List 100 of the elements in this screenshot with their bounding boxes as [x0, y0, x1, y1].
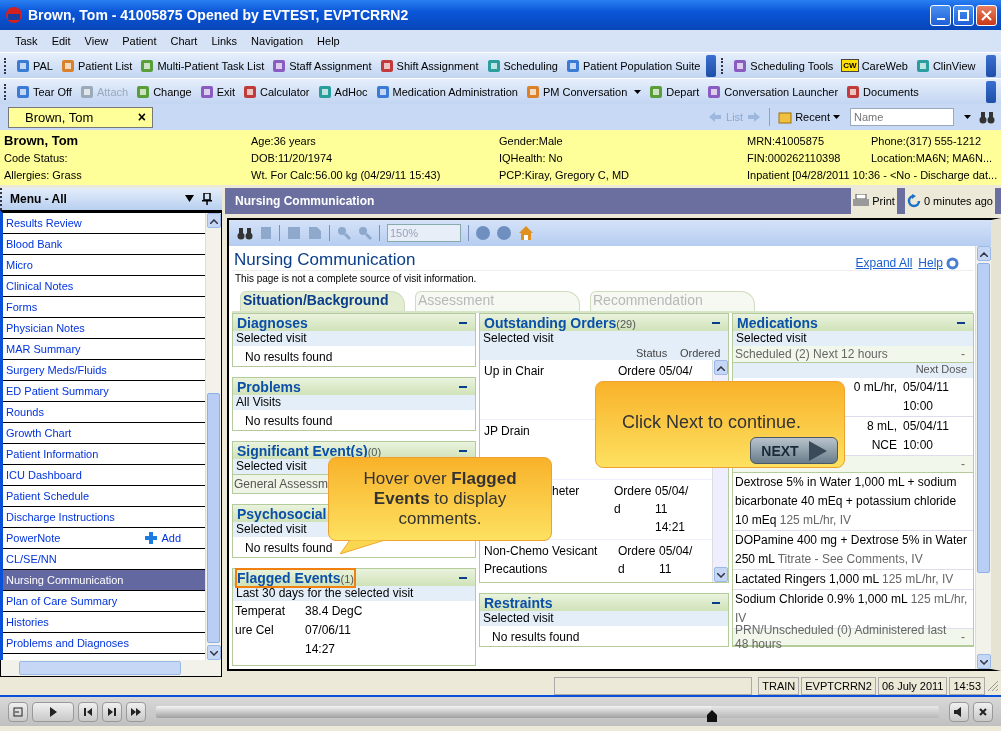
- menu-item[interactable]: Nursing Communication: [3, 570, 205, 591]
- overflow-icon[interactable]: [706, 54, 717, 77]
- overflow-icon[interactable]: [986, 80, 996, 103]
- toolbar-button[interactable]: Shift Assignment: [376, 58, 482, 73]
- name-search-field[interactable]: Name: [850, 108, 954, 126]
- collapse-icon[interactable]: [957, 321, 965, 324]
- menu-item[interactable]: Clinical Notes: [3, 276, 205, 297]
- group-toggle[interactable]: -: [961, 630, 965, 644]
- progress-handle[interactable]: [706, 709, 717, 722]
- minimize-button[interactable]: [930, 4, 951, 26]
- menu-item[interactable]: Plan of Care Summary: [3, 591, 205, 612]
- binoculars-icon[interactable]: [979, 110, 995, 124]
- panel-title[interactable]: Flagged Events(1): [235, 567, 356, 588]
- menu-item[interactable]: Blood Bank: [3, 234, 205, 255]
- add-button[interactable]: Add: [145, 532, 181, 544]
- overflow-icon[interactable]: [986, 54, 996, 77]
- menu-item[interactable]: Patient: [115, 35, 164, 47]
- chevron-down-icon[interactable]: [716, 573, 725, 578]
- chevron-down-icon[interactable]: [209, 651, 218, 656]
- resize-grip-icon[interactable]: [987, 680, 999, 692]
- toolbar-button[interactable]: ClinView: [912, 58, 979, 73]
- menu-item[interactable]: Navigation: [244, 35, 311, 47]
- toolbar-button[interactable]: Staff Assignment: [269, 58, 375, 73]
- next-button[interactable]: NEXT: [750, 437, 838, 464]
- menu-item[interactable]: Patient Information: [3, 444, 205, 465]
- menu-item[interactable]: MAR Summary: [3, 339, 205, 360]
- toolbar-button[interactable]: PAL: [13, 58, 56, 73]
- menu-item[interactable]: PowerNote Add: [3, 528, 205, 549]
- toolbar-button[interactable]: CW CareWeb: [838, 59, 911, 72]
- menu-item[interactable]: Edit: [44, 35, 78, 47]
- toolbar-button[interactable]: AdHoc: [314, 84, 371, 99]
- exit-button[interactable]: [8, 701, 28, 722]
- chevron-up-icon[interactable]: [979, 252, 988, 257]
- toolbar-button[interactable]: Scheduling: [483, 58, 561, 73]
- tool-icon: [565, 58, 580, 73]
- scrollbar[interactable]: [0, 660, 222, 677]
- chevron-up-icon[interactable]: [716, 366, 725, 371]
- toolbar-button[interactable]: Change: [133, 84, 195, 99]
- group-toggle[interactable]: -: [961, 347, 965, 361]
- menu-item[interactable]: Surgery Meds/Fluids: [3, 360, 205, 381]
- help-icon[interactable]: [946, 257, 959, 270]
- menu-item[interactable]: ED Patient Summary: [3, 381, 205, 402]
- menu-item[interactable]: Rounds: [3, 402, 205, 423]
- menu-item[interactable]: Chart: [163, 35, 205, 47]
- toolbar-button[interactable]: Documents: [843, 84, 922, 99]
- toolbar-button[interactable]: Scheduling Tools: [730, 58, 837, 73]
- menu-item[interactable]: Discharge Instructions: [3, 507, 205, 528]
- toolbar-button[interactable]: Depart: [646, 84, 703, 99]
- toolbar-button[interactable]: Exit: [196, 84, 238, 99]
- patient-tab[interactable]: Brown, Tom ×: [8, 106, 153, 128]
- close-tab-button[interactable]: ×: [137, 109, 146, 125]
- previous-button[interactable]: [78, 701, 98, 722]
- collapse-icon[interactable]: [459, 449, 467, 452]
- toolbar-button[interactable]: Medication Administration: [372, 84, 521, 99]
- dropdown-icon[interactable]: [185, 195, 194, 203]
- volume-button[interactable]: [949, 701, 969, 722]
- toolbar-button[interactable]: PM Conversation: [522, 84, 645, 99]
- toolbar-button[interactable]: Conversation Launcher: [704, 84, 842, 99]
- menu-item[interactable]: Forms: [3, 297, 205, 318]
- tool-icon: [379, 58, 394, 73]
- collapse-icon[interactable]: [459, 321, 467, 324]
- toolbar-button[interactable]: Patient Population Suite: [562, 58, 704, 73]
- menu-item[interactable]: Physician Notes: [3, 318, 205, 339]
- menu-item[interactable]: Growth Chart: [3, 423, 205, 444]
- collapse-icon[interactable]: [712, 321, 720, 324]
- refresh-button[interactable]: 0 minutes ago: [904, 188, 995, 214]
- collapse-icon[interactable]: [712, 601, 720, 604]
- menu-item[interactable]: Micro: [3, 255, 205, 276]
- maximize-button[interactable]: [953, 4, 974, 26]
- menu-item[interactable]: Patient Schedule: [3, 486, 205, 507]
- menu-item[interactable]: Histories: [3, 612, 205, 633]
- menu-item[interactable]: Links: [204, 35, 245, 47]
- toolbar-button[interactable]: Patient List: [58, 58, 136, 73]
- collapse-icon[interactable]: [459, 576, 467, 579]
- menu-item[interactable]: ICU Dashboard: [3, 465, 205, 486]
- page-tab[interactable]: Situation/Background: [240, 291, 405, 311]
- chevron-up-icon[interactable]: [209, 219, 218, 224]
- pin-icon[interactable]: [202, 193, 212, 205]
- play-button[interactable]: [32, 701, 74, 722]
- menu-item[interactable]: Results Review: [3, 213, 205, 234]
- print-button[interactable]: Print: [851, 188, 897, 214]
- toolbar-button[interactable]: Calculator: [240, 84, 313, 99]
- close-button[interactable]: [973, 701, 993, 722]
- fast-forward-button[interactable]: [126, 701, 146, 722]
- menu-item[interactable]: Help: [310, 35, 347, 47]
- menu-item[interactable]: View: [77, 35, 116, 47]
- page-link[interactable]: Help: [918, 256, 943, 270]
- chevron-down-icon[interactable]: [979, 660, 988, 665]
- next-button[interactable]: [102, 701, 122, 722]
- toolbar-button[interactable]: Multi-Patient Task List: [137, 58, 268, 73]
- binoculars-icon[interactable]: [237, 226, 253, 240]
- menu-item[interactable]: Problems and Diagnoses: [3, 633, 205, 654]
- page-link[interactable]: Expand All: [855, 256, 913, 270]
- group-toggle[interactable]: -: [961, 457, 965, 471]
- menu-item[interactable]: Task: [8, 35, 45, 47]
- home-icon[interactable]: [518, 225, 534, 241]
- toolbar-button[interactable]: Tear Off: [13, 84, 75, 99]
- collapse-icon[interactable]: [459, 385, 467, 388]
- caret-icon[interactable]: [964, 115, 971, 119]
- recent-button[interactable]: Recent: [778, 110, 840, 124]
